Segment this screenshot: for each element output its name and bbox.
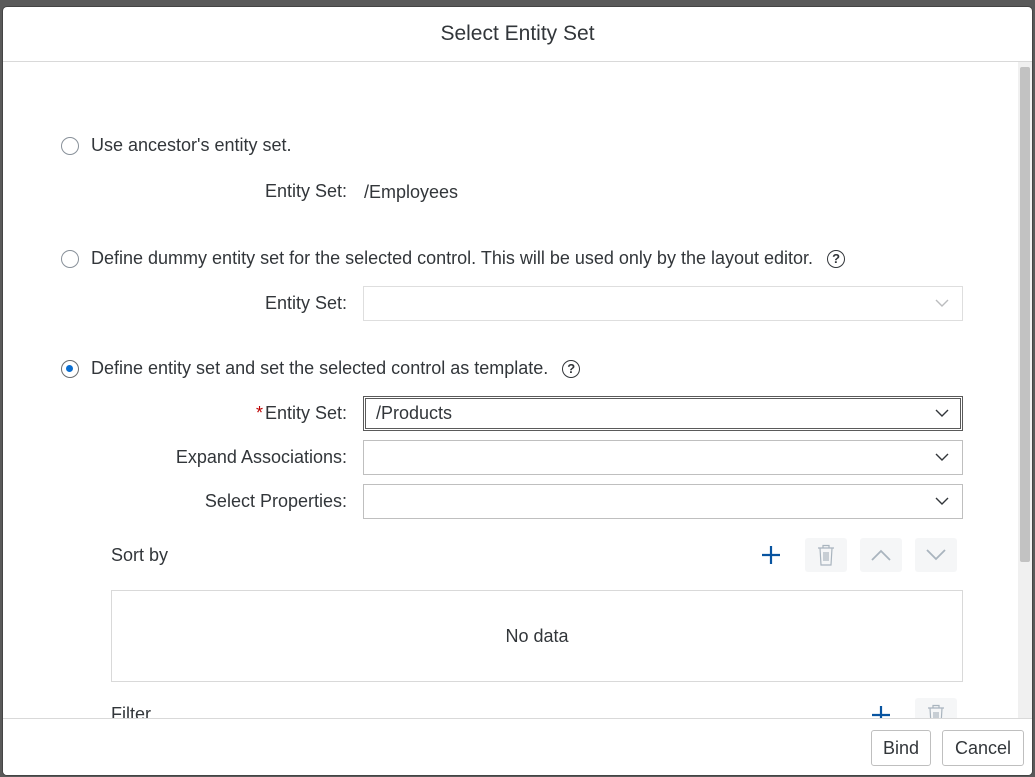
select-properties-combobox[interactable] <box>363 484 963 519</box>
option-template-entity-set[interactable]: Define entity set and set the selected c… <box>61 358 581 379</box>
entity-set-value[interactable]: /Products <box>364 403 922 424</box>
option-dummy-entity-set[interactable]: Define dummy entity set for the selected… <box>61 248 846 269</box>
ancestor-entity-set-label: Entity Set: <box>264 181 347 201</box>
select-properties-label: Select Properties: <box>204 491 347 511</box>
plus-icon <box>762 546 780 564</box>
sort-delete-button[interactable] <box>805 538 847 572</box>
expand-associations-label: Expand Associations: <box>175 447 347 467</box>
option-dummy-label: Define dummy entity set for the selected… <box>91 248 814 268</box>
radio-ancestor[interactable] <box>61 136 79 155</box>
chevron-down-icon[interactable] <box>922 441 962 474</box>
chevron-down-icon <box>922 287 962 320</box>
dummy-entity-set-combobox <box>363 286 963 321</box>
dummy-entity-set-label: Entity Set: <box>264 293 347 313</box>
template-entity-set-label: * Entity Set: <box>3 403 347 424</box>
expand-associations-combobox[interactable] <box>363 440 963 475</box>
sort-add-button[interactable] <box>750 538 792 572</box>
sort-by-title: Sort by <box>111 545 169 565</box>
radio-template[interactable] <box>61 359 79 378</box>
no-data-text: No data <box>505 625 569 646</box>
dialog-footer: Bind Cancel <box>3 718 1032 775</box>
ancestor-entity-set-value: /Employees <box>364 182 459 202</box>
trash-icon <box>818 544 834 566</box>
select-entity-set-dialog: Select Entity Set Use ancestor's entity … <box>3 7 1032 775</box>
cancel-button[interactable]: Cancel <box>942 730 1024 766</box>
dialog-header: Select Entity Set <box>3 7 1032 62</box>
entity-set-combobox[interactable]: /Products <box>363 396 963 431</box>
sort-table-empty: No data <box>111 590 963 682</box>
filter-title: Filter <box>111 704 151 718</box>
help-icon[interactable]: ? <box>562 359 581 378</box>
option-ancestor-label: Use ancestor's entity set. <box>91 135 292 155</box>
chevron-down-icon <box>926 549 946 561</box>
chevron-down-icon[interactable] <box>922 397 962 430</box>
scrollbar-thumb[interactable] <box>1020 67 1030 562</box>
radio-dummy[interactable] <box>61 249 79 268</box>
dialog-title: Select Entity Set <box>440 22 595 45</box>
filter-add-button[interactable] <box>860 698 902 718</box>
option-template-label: Define entity set and set the selected c… <box>91 358 549 378</box>
trash-icon <box>928 704 944 718</box>
dialog-content: Use ancestor's entity set. Entity Set: /… <box>3 62 1018 718</box>
option-ancestor-entity-set[interactable]: Use ancestor's entity set. <box>61 135 292 156</box>
chevron-up-icon <box>871 549 891 561</box>
help-icon[interactable]: ? <box>827 249 846 268</box>
plus-icon <box>872 706 890 718</box>
chevron-down-icon[interactable] <box>922 485 962 518</box>
sort-move-down-button[interactable] <box>915 538 957 572</box>
entity-set-label-text: Entity Set: <box>264 403 347 423</box>
sort-move-up-button[interactable] <box>860 538 902 572</box>
bind-button[interactable]: Bind <box>871 730 931 766</box>
filter-delete-button[interactable] <box>915 698 957 718</box>
required-marker: * <box>255 403 263 423</box>
